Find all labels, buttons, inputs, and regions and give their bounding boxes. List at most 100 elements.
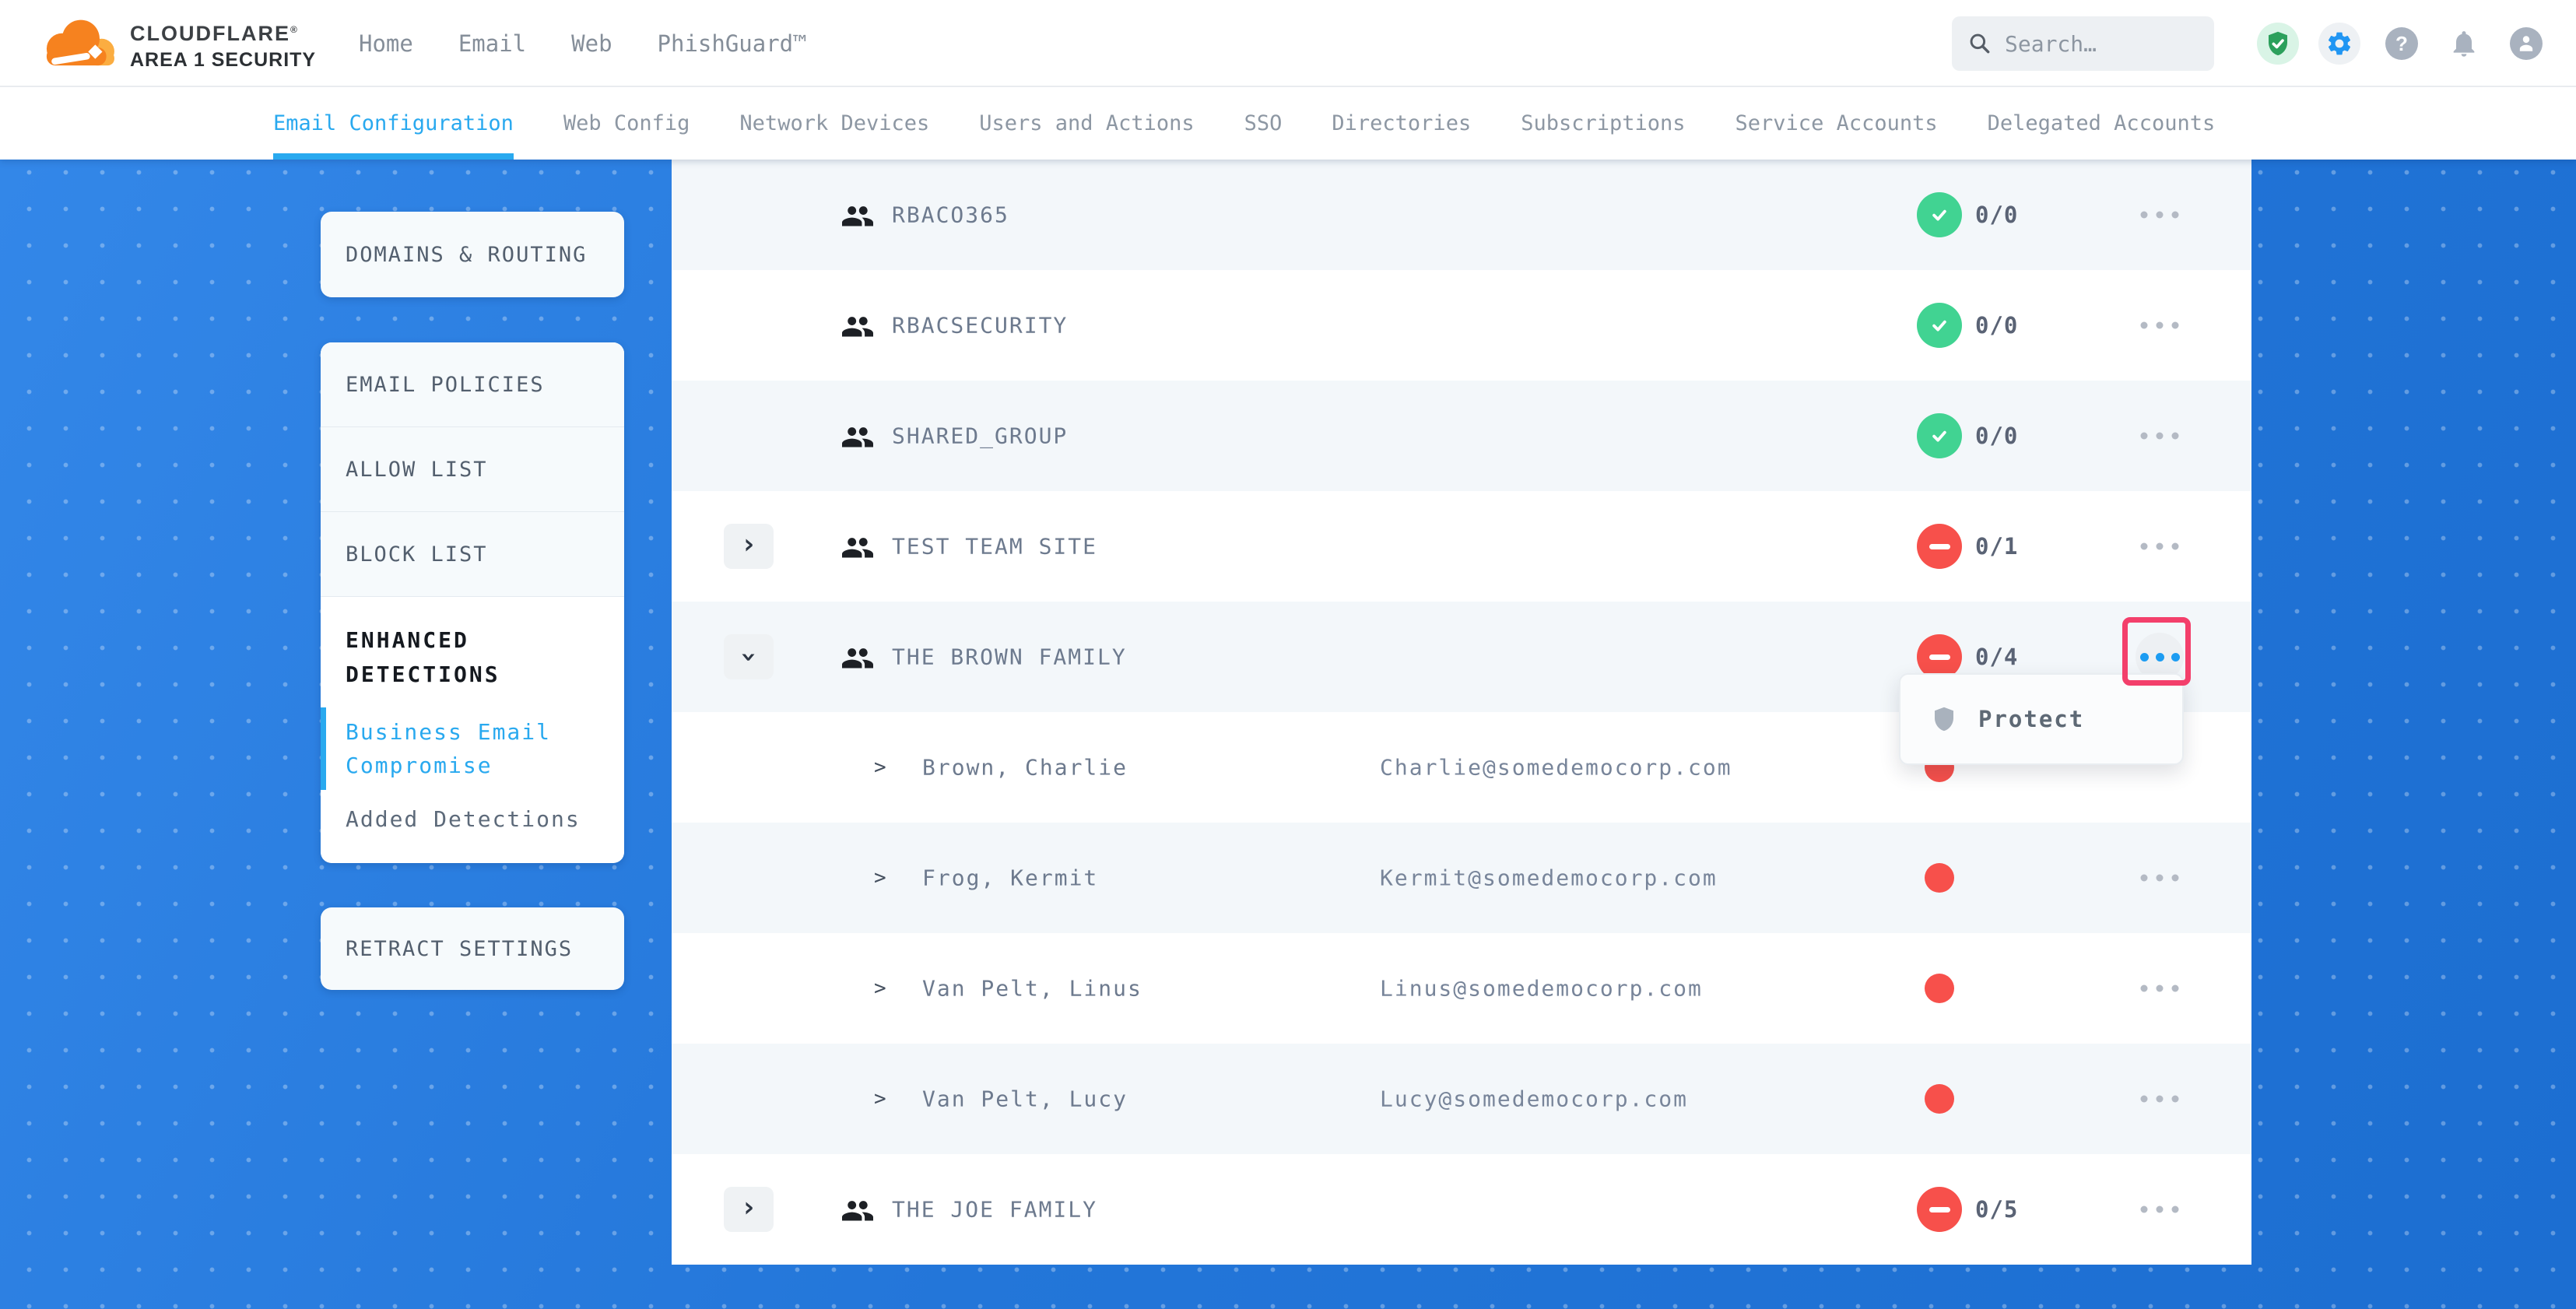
top-nav-email[interactable]: Email: [458, 30, 526, 57]
tab-web-config[interactable]: Web Config: [563, 87, 690, 160]
search-box[interactable]: [1952, 16, 2214, 71]
row-menu-frog-kermit[interactable]: [2141, 875, 2179, 882]
group-name: THE BROWN FAMILY: [892, 644, 1127, 670]
tab-sso[interactable]: SSO: [1244, 87, 1283, 160]
expand-button-the-joe-family[interactable]: ›: [724, 1187, 774, 1232]
tab-users-and-actions[interactable]: Users and Actions: [979, 87, 1194, 160]
member-arrow-icon: >: [874, 756, 886, 779]
cloudflare-cloud-icon: [37, 12, 124, 72]
table-row-test-team-site: › TEST TEAM SITE 0/1: [672, 491, 2251, 602]
sidebar-item-allow-list[interactable]: ALLOW LIST: [321, 427, 624, 512]
sidebar-item-retract-settings[interactable]: RETRACT SETTINGS: [321, 907, 624, 990]
member-name: Brown, Charlie: [922, 755, 1128, 781]
status-ok-icon: [1917, 303, 1962, 348]
group-name: TEST TEAM SITE: [892, 534, 1097, 560]
sidebar-item-block-list[interactable]: BLOCK LIST: [321, 512, 624, 597]
account-icon[interactable]: [2510, 27, 2543, 60]
config-subnav: Email Configuration Web Config Network Dev…: [0, 87, 2576, 160]
member-arrow-icon: >: [874, 866, 886, 890]
member-name: Frog, Kermit: [922, 865, 1098, 891]
row-menu-test-team-site[interactable]: [2141, 543, 2179, 550]
member-arrow-icon: >: [874, 1087, 886, 1111]
app-header: CLOUDFLARE® AREA 1 SECURITY Home Email Web…: [0, 0, 2576, 87]
cloudflare-logo[interactable]: CLOUDFLARE® AREA 1 SECURITY: [37, 6, 316, 72]
top-nav-phishguard[interactable]: PhishGuard™: [658, 30, 807, 57]
status-unprotected-dot: [1925, 974, 1954, 1003]
sidebar-policies-card: EMAIL POLICIESALLOW LISTBLOCK LIST ENHAN…: [321, 342, 624, 863]
sidebar-section-enhanced-detections: ENHANCED DETECTIONS Business Email Compr…: [321, 597, 624, 863]
row-menu-rbaco365[interactable]: [2141, 212, 2179, 219]
table-row-the-joe-family: › THE JOE FAMILY 0/5: [672, 1154, 2251, 1265]
chevron-down-icon: ›: [735, 648, 763, 665]
status-unprotected-dot: [1925, 863, 1954, 893]
search-input[interactable]: [2005, 31, 2192, 57]
member-email: Linus@somedemocorp.com: [1380, 976, 1703, 1002]
sidebar-item-business-email-compromise[interactable]: Business Email Compromise: [346, 715, 601, 782]
status-unprotected-dot: [1925, 1084, 1954, 1114]
protected-count: 0/1: [1975, 533, 2018, 560]
row-action-menu-popup: Protect: [1899, 673, 2184, 765]
tab-directories[interactable]: Directories: [1332, 87, 1471, 160]
group-people-icon: [839, 641, 876, 672]
sidebar-item-domains-routing[interactable]: DOMAINS & ROUTING: [321, 212, 624, 297]
tab-service-accounts[interactable]: Service Accounts: [1735, 87, 1938, 160]
status-blocked-icon: [1917, 524, 1962, 569]
group-people-icon: [839, 420, 876, 451]
brand-subtitle: AREA 1 SECURITY: [130, 49, 316, 72]
protected-count: 0/4: [1975, 644, 2018, 670]
group-name: RBACO365: [892, 202, 1009, 228]
member-email: Lucy@somedemocorp.com: [1380, 1086, 1688, 1112]
status-ok-icon: [1917, 413, 1962, 458]
group-name: RBACSECURITY: [892, 313, 1068, 339]
sidebar-item-enhanced-detections[interactable]: ENHANCED DETECTIONS: [346, 623, 601, 692]
notifications-bell-icon[interactable]: [2448, 28, 2479, 59]
row-menu-rbacsecurity[interactable]: [2141, 322, 2179, 329]
member-email: Kermit@somedemocorp.com: [1380, 865, 1718, 891]
status-ok-icon: [1917, 192, 1962, 237]
top-nav-web[interactable]: Web: [571, 30, 612, 57]
tab-subscriptions[interactable]: Subscriptions: [1521, 87, 1685, 160]
protect-shield-icon: [1930, 704, 1958, 735]
table-row-frog-kermit: > Frog, Kermit Kermit@somedemocorp.com: [672, 823, 2251, 933]
selected-item-indicator: [321, 707, 326, 790]
tab-network-devices[interactable]: Network Devices: [739, 87, 929, 160]
group-people-icon: [839, 310, 876, 341]
table-row-rbaco365: RBACO365 0/0: [672, 160, 2251, 270]
expand-button-test-team-site[interactable]: ›: [724, 524, 774, 569]
directory-groups-table: RBACO3650/0RBACSECURITY0/0SHARED_GROUP0/…: [672, 160, 2251, 1265]
top-nav-home[interactable]: Home: [359, 30, 413, 57]
top-nav: Home Email Web PhishGuard™: [359, 0, 807, 87]
brand-name: CLOUDFLARE®: [130, 22, 316, 46]
table-row-rbacsecurity: RBACSECURITY0/0: [672, 270, 2251, 381]
chevron-right-icon: ›: [740, 1194, 757, 1222]
protect-menu-item[interactable]: Protect: [1978, 706, 2084, 732]
group-name: THE JOE FAMILY: [892, 1197, 1097, 1223]
area1-security-app: CLOUDFLARE® AREA 1 SECURITY Home Email Web…: [0, 0, 2576, 1309]
group-people-icon: [839, 531, 876, 562]
status-blocked-icon: [1917, 1187, 1962, 1232]
member-name: Van Pelt, Lucy: [922, 1086, 1128, 1112]
group-name: SHARED_GROUP: [892, 423, 1068, 449]
protected-count: 0/0: [1975, 423, 2018, 449]
member-email: Charlie@somedemocorp.com: [1380, 755, 1732, 781]
tab-email-configuration[interactable]: Email Configuration: [273, 87, 514, 160]
collapse-button-the-brown-family[interactable]: ›: [724, 634, 774, 679]
protected-count: 0/0: [1975, 202, 2018, 228]
shield-check-icon[interactable]: [2257, 23, 2299, 65]
search-icon: [1967, 31, 1992, 56]
group-people-icon: [839, 199, 876, 230]
tab-delegated-accounts[interactable]: Delegated Accounts: [1988, 87, 2216, 160]
sidebar-item-added-detections[interactable]: Added Detections: [346, 804, 601, 835]
protected-count: 0/5: [1975, 1196, 2018, 1223]
row-menu-the-joe-family[interactable]: [2141, 1206, 2179, 1213]
row-menu-van-pelt-lucy[interactable]: [2141, 1096, 2179, 1103]
row-menu-shared-group[interactable]: [2141, 433, 2179, 440]
member-arrow-icon: >: [874, 977, 886, 1000]
table-row-van-pelt-linus: > Van Pelt, Linus Linus@somedemocorp.com: [672, 933, 2251, 1044]
table-row-van-pelt-lucy: > Van Pelt, Lucy Lucy@somedemocorp.com: [672, 1044, 2251, 1154]
settings-gear-icon[interactable]: [2318, 23, 2360, 65]
member-name: Van Pelt, Linus: [922, 976, 1142, 1002]
sidebar-item-email-policies[interactable]: EMAIL POLICIES: [321, 342, 624, 427]
help-icon[interactable]: ?: [2385, 27, 2418, 60]
row-menu-van-pelt-linus[interactable]: [2141, 985, 2179, 992]
